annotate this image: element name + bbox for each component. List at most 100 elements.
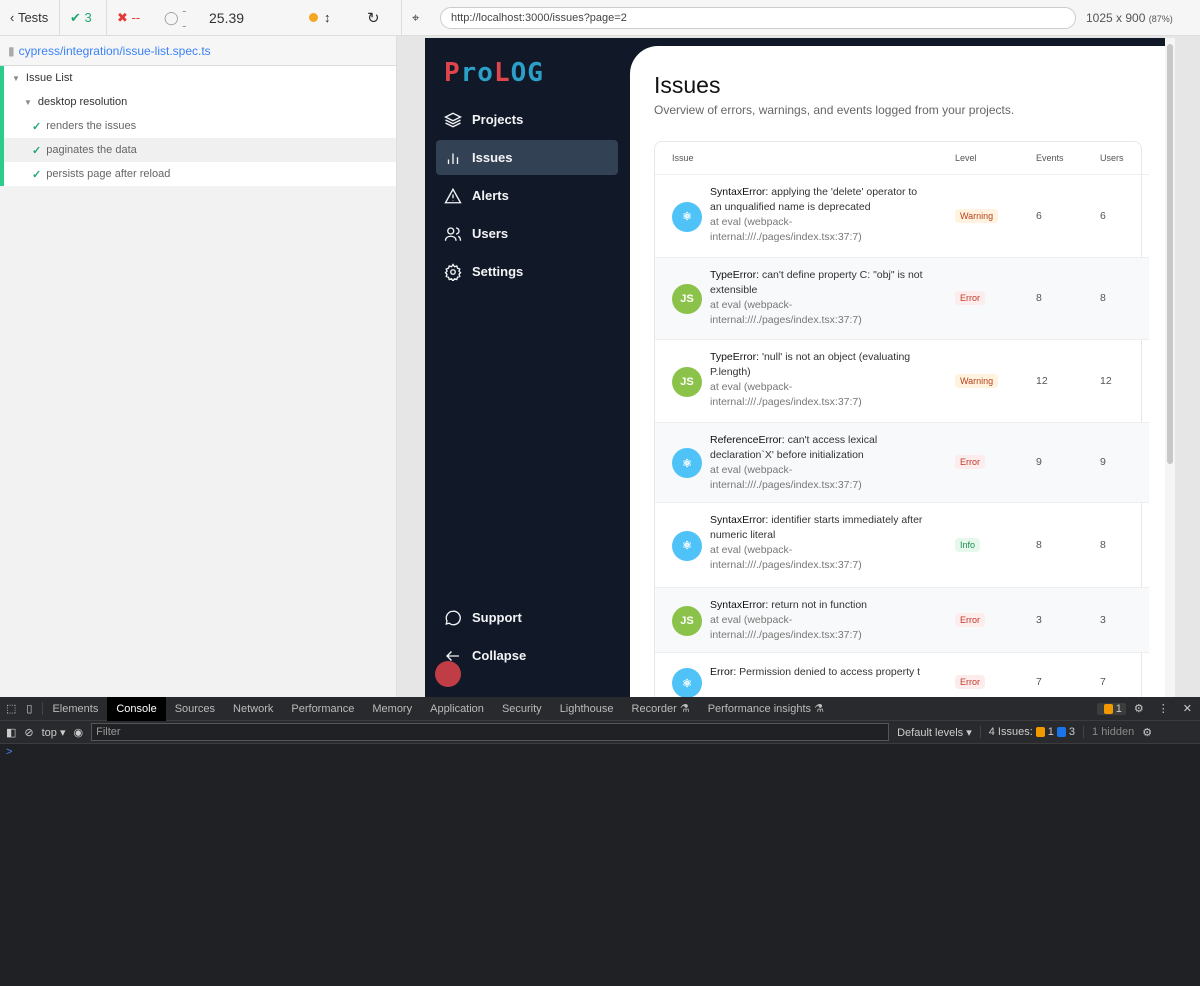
suite-desktop-resolution[interactable]: ▼ desktop resolution: [4, 90, 396, 114]
suite-issue-list[interactable]: ▼ Issue List: [4, 66, 396, 90]
info-icon: [1056, 727, 1066, 738]
react-query-devtools-icon[interactable]: [435, 661, 461, 687]
test-item[interactable]: ✓ renders the issues: [4, 114, 396, 138]
close-devtools-icon[interactable]: ✕: [1175, 702, 1200, 715]
users-count: 9: [1100, 456, 1106, 468]
devtools-tab[interactable]: Console: [107, 696, 166, 721]
users-count: 3: [1100, 613, 1106, 626]
table-row[interactable]: JS TypeError: 'null' is not an object (ev…: [655, 339, 1149, 422]
check-icon: ✔: [70, 9, 85, 25]
eye-icon[interactable]: ◉: [74, 726, 84, 739]
devtools-tab[interactable]: Performance: [282, 697, 363, 721]
reload-button[interactable]: ↻: [357, 0, 402, 36]
nav-projects[interactable]: Projects: [436, 102, 618, 137]
spec-file[interactable]: ▮ cypress/integration/issue-list.spec.ts: [0, 36, 396, 66]
level-badge: Info: [955, 537, 981, 552]
check-icon: ✓: [32, 168, 42, 181]
x-icon: ✖: [117, 9, 132, 25]
issue-message: SyntaxError: return not in function at ev…: [710, 599, 868, 641]
level-badge: Error: [955, 455, 985, 469]
level-badge: Warning: [955, 208, 999, 223]
url-bar[interactable]: http://localhost:3000/issues?page=2: [440, 6, 1076, 29]
devtools-tab[interactable]: Application: [421, 697, 493, 721]
passed-count: ✔ 3: [60, 0, 107, 36]
warning-count[interactable]: 1: [1096, 702, 1126, 715]
nav-issues[interactable]: Issues: [436, 140, 618, 175]
table-row[interactable]: JS SyntaxError: return not in function at …: [655, 587, 1149, 652]
issue-message: SyntaxError: identifier starts immediate…: [710, 514, 923, 571]
auto-scroll-toggle[interactable]: ↕: [299, 0, 357, 36]
devtools-tab[interactable]: Network: [224, 697, 282, 721]
gear-icon: [444, 262, 462, 281]
issues-table: Issue Level Events Users ⚛ SyntaxError: a…: [654, 141, 1149, 697]
events-count: 3: [1036, 613, 1042, 626]
nodejs-icon: JS: [672, 366, 702, 397]
table-row[interactable]: JS TypeError: can't define property C: "o…: [655, 257, 1149, 339]
devtools-tab[interactable]: Elements: [43, 697, 107, 721]
nav-settings[interactable]: Settings: [436, 254, 618, 289]
events-count: 8: [1036, 538, 1042, 551]
clear-console-icon[interactable]: ⊘: [24, 726, 33, 739]
levels-dropdown[interactable]: Default levels ▾: [897, 726, 972, 739]
message-icon: [445, 610, 461, 625]
events-count: 8: [1036, 292, 1042, 304]
react-icon: ⚛: [672, 530, 702, 561]
crosshair-icon: ⌖: [412, 9, 420, 25]
events-count: 12: [1036, 374, 1048, 387]
devtools-tab[interactable]: Memory: [363, 697, 421, 721]
react-icon: ⚛: [672, 668, 702, 697]
nodejs-icon: JS: [672, 284, 702, 314]
users-count: 6: [1100, 209, 1106, 222]
devtools-tabs: ⬚ ▯ Elements Console Sources Network Perform…: [0, 696, 1200, 721]
issue-message: TypeError: can't define property C: "obj…: [710, 269, 923, 326]
level-badge: Error: [955, 612, 985, 627]
selector-playground-button[interactable]: ⌖: [402, 0, 440, 36]
test-item[interactable]: ✓ persists page after reload: [4, 162, 396, 186]
check-icon: ✓: [32, 144, 42, 157]
reload-icon: ↻: [367, 9, 380, 27]
table-row[interactable]: ⚛ SyntaxError: identifier starts immediat…: [655, 502, 1149, 587]
nav-users[interactable]: Users: [436, 216, 618, 251]
inspect-icon[interactable]: ⬚: [0, 702, 22, 715]
react-icon: ⚛: [672, 201, 702, 232]
filter-input[interactable]: Filter: [91, 723, 890, 741]
col-users: Users: [1100, 153, 1124, 163]
nav-alerts[interactable]: Alerts: [436, 178, 618, 213]
settings-gear-icon[interactable]: ⚙: [1126, 702, 1152, 715]
warning-icon: [1103, 703, 1113, 714]
circle-icon: ◯: [164, 9, 183, 25]
table-row[interactable]: ⚛ Error: Permission denied to access prop…: [655, 652, 1149, 697]
bar-chart-icon: [447, 153, 459, 164]
devtools-tab[interactable]: Performance insights ⚗: [699, 697, 833, 721]
back-to-tests-button[interactable]: ‹ Tests: [0, 0, 60, 36]
scroll-icon: ↕: [324, 10, 331, 25]
users-count: 12: [1100, 374, 1112, 387]
events-count: 7: [1036, 676, 1042, 688]
page-title: Issues: [654, 72, 721, 98]
devtools-tab[interactable]: Security: [493, 697, 551, 721]
more-menu-icon[interactable]: ⋮: [1152, 702, 1175, 715]
runner-topbar: ‹ Tests ✔ 3 ✖ -- ◯ -- 25.39 ↕ ↻ ⌖ http:/…: [0, 0, 1200, 36]
issues-button[interactable]: 4 Issues: 1 3: [979, 726, 1075, 738]
issue-message: Error: Permission denied to access prope…: [710, 666, 921, 678]
table-row[interactable]: ⚛ SyntaxError: applying the 'delete' oper…: [655, 174, 1149, 257]
table-row[interactable]: ⚛ ReferenceError: can't access lexical de…: [655, 422, 1149, 502]
device-toolbar-icon[interactable]: ▯: [22, 702, 44, 715]
console-settings-icon[interactable]: ⚙: [1142, 726, 1152, 739]
check-icon: ✓: [32, 120, 42, 133]
console-prompt[interactable]: >: [0, 744, 1200, 760]
context-select[interactable]: top ▾: [42, 726, 66, 739]
sidebar-toggle-icon[interactable]: ◧: [6, 726, 16, 739]
devtools-tab[interactable]: Lighthouse: [551, 697, 623, 721]
chevron-left-icon: ‹: [10, 10, 18, 25]
devtools-tab[interactable]: Recorder ⚗: [623, 697, 699, 721]
devtools-tab[interactable]: Sources: [166, 697, 224, 721]
hidden-count: 1 hidden: [1083, 726, 1134, 738]
level-badge: Error: [955, 675, 985, 689]
nav-collapse[interactable]: Collapse: [436, 638, 618, 673]
nav-support[interactable]: Support: [436, 600, 618, 635]
scrollbar[interactable]: [1165, 38, 1175, 697]
test-item[interactable]: ✓ paginates the data: [4, 138, 396, 162]
events-count: 6: [1036, 209, 1042, 222]
col-issue: Issue: [672, 153, 694, 163]
